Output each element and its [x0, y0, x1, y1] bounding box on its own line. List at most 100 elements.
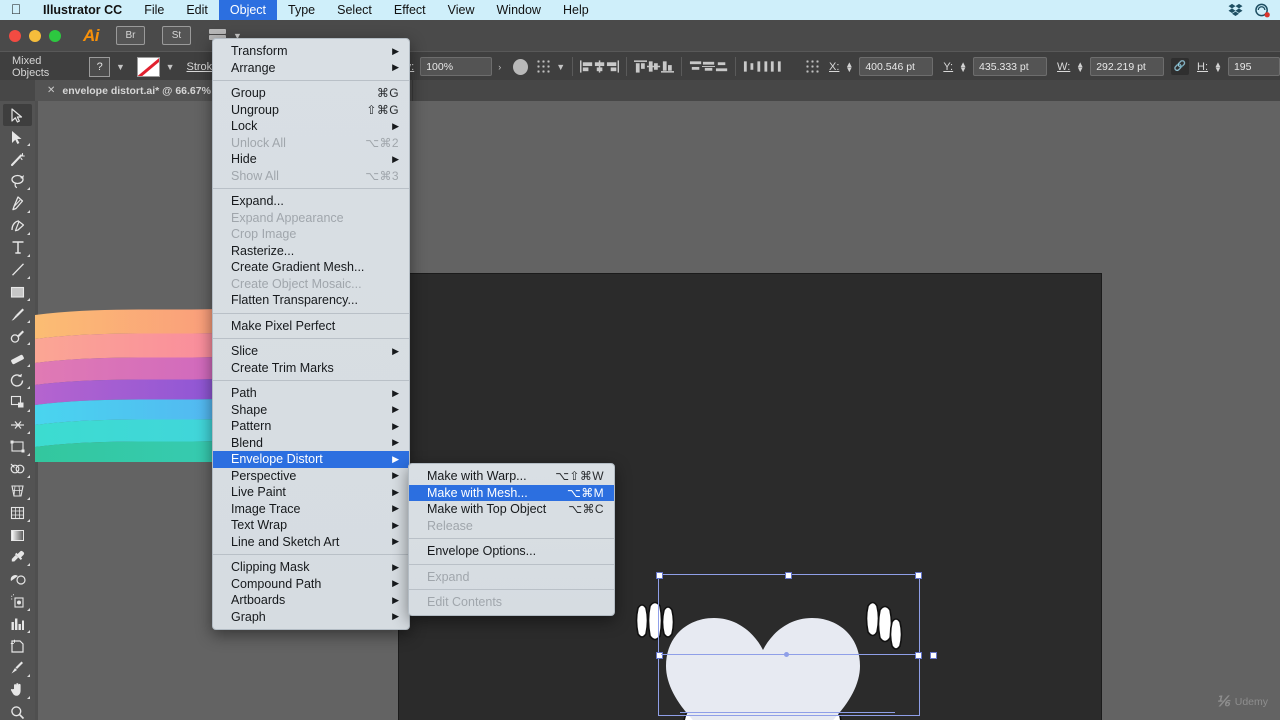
stock-button[interactable]: St — [162, 26, 191, 45]
menu-item-view[interactable]: View — [437, 0, 486, 20]
artboard-tool[interactable] — [3, 635, 32, 657]
eraser-tool[interactable] — [3, 347, 32, 369]
object-menu-item-create-gradient-mesh[interactable]: Create Gradient Mesh... — [213, 259, 409, 276]
object-menu-item-hide[interactable]: Hide ▶ — [213, 151, 409, 168]
object-menu-item-ungroup[interactable]: Ungroup ⇧⌘G — [213, 102, 409, 119]
distribute-center-h-icon[interactable] — [756, 60, 769, 73]
object-menu-item-shape[interactable]: Shape ▶ — [213, 402, 409, 419]
heart-artwork-group[interactable] — [620, 566, 940, 720]
selection-handle-mr[interactable] — [915, 652, 922, 659]
recolor-artwork-icon[interactable] — [513, 58, 529, 75]
align-bottom-icon[interactable] — [660, 60, 674, 73]
select-similar-chevron-icon[interactable]: ▼ — [556, 62, 565, 72]
zoom-tool[interactable] — [3, 701, 32, 720]
envelope-distort-submenu[interactable]: Make with Warp... ⌥⇧⌘W Make with Mesh... ⌥⌘… — [408, 463, 615, 616]
dropbox-icon[interactable] — [1228, 3, 1243, 17]
menu-item-edit[interactable]: Edit — [175, 0, 219, 20]
h-input[interactable]: 195 — [1227, 57, 1280, 76]
distribute-bottom-icon[interactable] — [715, 60, 728, 73]
hand-tool[interactable] — [3, 679, 32, 701]
mesh-tool[interactable] — [3, 502, 32, 524]
menu-item-file[interactable]: File — [133, 0, 175, 20]
object-menu-item-create-trim-marks[interactable]: Create Trim Marks — [213, 360, 409, 377]
distribute-center-v-icon[interactable] — [701, 60, 715, 73]
object-menu-item-line-and-sketch-art[interactable]: Line and Sketch Art ▶ — [213, 534, 409, 551]
symbol-sprayer-tool[interactable] — [3, 590, 32, 612]
object-menu-item-lock[interactable]: Lock ▶ — [213, 118, 409, 135]
link-wh-icon[interactable]: 🔗 — [1171, 58, 1190, 75]
selection-tool[interactable] — [3, 104, 32, 127]
stroke-swatch[interactable] — [136, 56, 160, 77]
menu-item-object[interactable]: Object — [218, 0, 278, 20]
object-menu-item-transform[interactable]: Transform ▶ — [213, 43, 409, 60]
eyedropper-tool[interactable] — [3, 546, 32, 568]
w-input[interactable]: 292.219 pt — [1090, 57, 1165, 76]
object-dropdown-menu[interactable]: Transform ▶ Arrange ▶ Group ⌘G Ungroup ⇧⌘G Lock ▶… — [212, 38, 410, 630]
notification-icon[interactable] — [1255, 3, 1270, 18]
align-middle-v-icon[interactable] — [647, 60, 661, 73]
object-menu-item-envelope-distort[interactable]: Envelope Distort ▶ — [213, 451, 409, 468]
line-segment-tool[interactable] — [3, 259, 32, 281]
direct-selection-tool[interactable] — [3, 126, 32, 148]
fill-chevron-down-icon[interactable]: ▼ — [116, 62, 125, 72]
width-tool[interactable] — [3, 414, 32, 436]
lasso-tool[interactable] — [3, 170, 32, 192]
distribute-top-icon[interactable] — [689, 60, 702, 73]
column-graph-tool[interactable] — [3, 613, 32, 635]
object-menu-item-make-pixel-perfect[interactable]: Make Pixel Perfect — [213, 318, 409, 335]
stroke-chevron-down-icon[interactable]: ▼ — [166, 62, 175, 72]
slice-tool[interactable] — [3, 657, 32, 679]
type-tool[interactable] — [3, 237, 32, 259]
menu-item-help[interactable]: Help — [552, 0, 600, 20]
opacity-chevron-icon[interactable]: › — [498, 62, 501, 72]
apple-icon[interactable]:  — [0, 2, 32, 18]
align-left-icon[interactable] — [580, 60, 593, 73]
transform-anchor-icon[interactable] — [804, 59, 819, 74]
object-menu-item-path[interactable]: Path ▶ — [213, 385, 409, 402]
align-right-icon[interactable] — [606, 60, 620, 73]
selection-handle-tl[interactable] — [656, 572, 663, 579]
object-menu-item-compound-path[interactable]: Compound Path ▶ — [213, 576, 409, 593]
w-stepper[interactable]: ▲ ▼ — [1076, 60, 1084, 73]
object-menu-item-blend[interactable]: Blend ▶ — [213, 435, 409, 452]
align-center-h-icon[interactable] — [593, 60, 606, 73]
envelope-menu-item-make-with-warp[interactable]: Make with Warp... ⌥⇧⌘W — [409, 468, 614, 485]
object-menu-item-pattern[interactable]: Pattern ▶ — [213, 418, 409, 435]
opacity-input[interactable]: 100% — [420, 57, 493, 76]
curvature-tool[interactable] — [3, 215, 32, 237]
y-input[interactable]: 435.333 pt — [973, 57, 1048, 76]
object-menu-item-group[interactable]: Group ⌘G — [213, 85, 409, 102]
close-button[interactable] — [9, 29, 21, 42]
rectangle-tool[interactable] — [3, 281, 32, 303]
menu-item-type[interactable]: Type — [277, 0, 326, 20]
shape-builder-tool[interactable] — [3, 458, 32, 480]
x-stepper[interactable]: ▲ ▼ — [845, 60, 853, 73]
magic-wand-tool[interactable] — [3, 148, 32, 170]
object-menu-item-clipping-mask[interactable]: Clipping Mask ▶ — [213, 559, 409, 576]
paintbrush-tool[interactable] — [3, 303, 32, 325]
object-menu-item-artboards[interactable]: Artboards ▶ — [213, 592, 409, 609]
distribute-left-icon[interactable] — [743, 60, 756, 73]
free-transform-tool[interactable] — [3, 436, 32, 458]
scale-tool[interactable] — [3, 391, 32, 413]
selection-handle-tr[interactable] — [915, 572, 922, 579]
close-icon[interactable]: ✕ — [47, 85, 55, 96]
align-top-icon[interactable] — [634, 60, 648, 73]
h-stepper[interactable]: ▲ ▼ — [1214, 60, 1222, 73]
envelope-menu-item-envelope-options[interactable]: Envelope Options... — [409, 543, 614, 560]
object-menu-item-image-trace[interactable]: Image Trace ▶ — [213, 501, 409, 518]
menu-item-effect[interactable]: Effect — [383, 0, 437, 20]
object-menu-item-text-wrap[interactable]: Text Wrap ▶ — [213, 517, 409, 534]
y-stepper[interactable]: ▲ ▼ — [959, 60, 967, 73]
menu-item-window[interactable]: Window — [486, 0, 552, 20]
object-menu-item-slice[interactable]: Slice ▶ — [213, 343, 409, 360]
zoom-button[interactable] — [49, 29, 61, 42]
gradient-tool[interactable] — [3, 524, 32, 546]
select-similar-icon[interactable] — [536, 59, 551, 74]
object-menu-item-perspective[interactable]: Perspective ▶ — [213, 468, 409, 485]
bridge-button[interactable]: Br — [116, 26, 145, 45]
object-menu-item-graph[interactable]: Graph ▶ — [213, 609, 409, 626]
object-menu-item-live-paint[interactable]: Live Paint ▶ — [213, 484, 409, 501]
shaper-tool[interactable] — [3, 325, 32, 347]
selection-handle-tc[interactable] — [785, 572, 792, 579]
